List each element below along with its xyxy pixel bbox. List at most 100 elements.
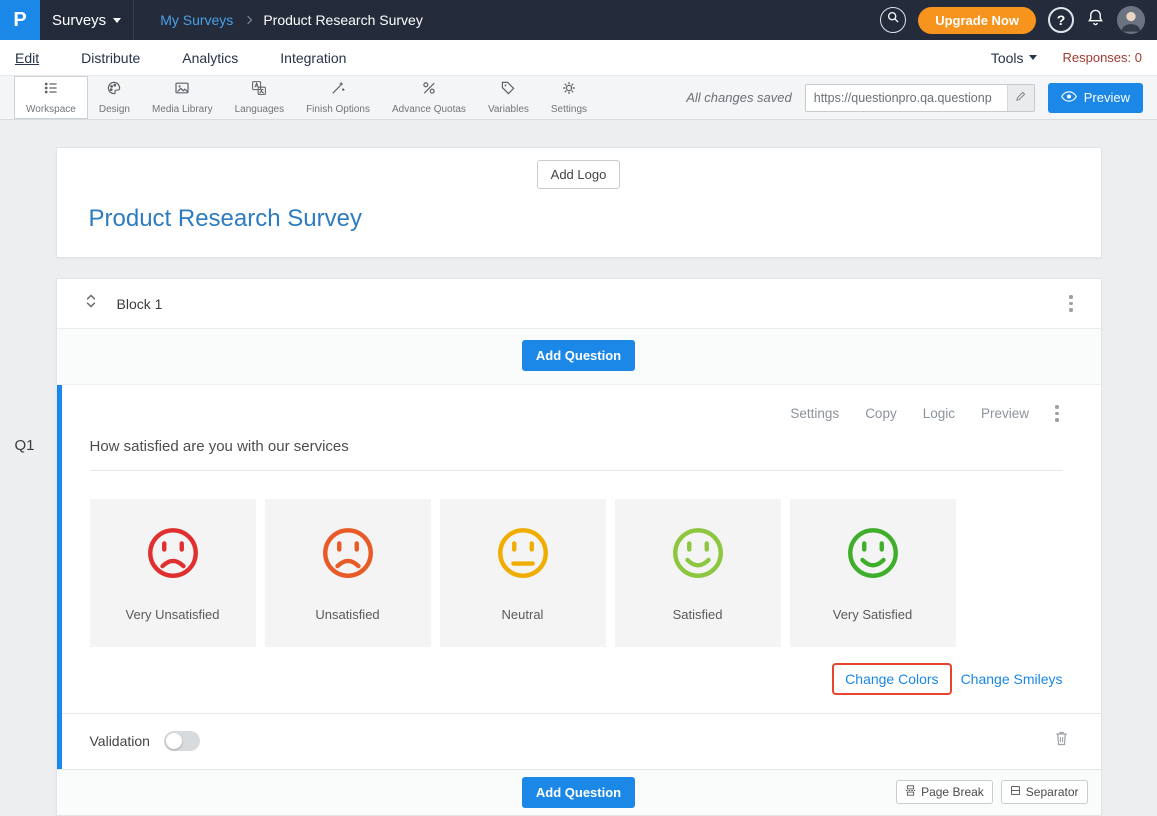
question-menu-button[interactable] — [1051, 401, 1063, 426]
subnav-right: Tools Responses: 0 — [991, 50, 1142, 66]
question-settings-link[interactable]: Settings — [790, 406, 839, 421]
separator-icon — [1010, 785, 1021, 799]
add-question-button-bottom[interactable]: Add Question — [522, 777, 635, 808]
survey-title[interactable]: Product Research Survey — [89, 205, 1101, 233]
question-preview-link[interactable]: Preview — [981, 406, 1029, 421]
question-logic-link[interactable]: Logic — [923, 406, 955, 421]
autosave-status: All changes saved — [686, 90, 792, 105]
gear-icon — [561, 80, 577, 101]
validation-label: Validation — [90, 733, 150, 749]
add-question-button-top[interactable]: Add Question — [522, 340, 635, 371]
block-card: Block 1 Add Question Q1 Settings Copy Lo… — [56, 278, 1102, 816]
tool-variables[interactable]: Variables — [477, 76, 540, 119]
tool-advance-quotas[interactable]: Advance Quotas — [381, 76, 477, 119]
smiley-links-row: Change Colors Change Smileys — [90, 663, 1063, 695]
search-button[interactable] — [880, 7, 906, 33]
survey-url-box — [805, 84, 1035, 112]
tool-label: Variables — [488, 104, 529, 115]
question-text[interactable]: How satisfied are you with our services — [90, 438, 1063, 471]
validation-toggle[interactable] — [164, 731, 200, 751]
pencil-icon — [1015, 89, 1027, 107]
option-label: Very Satisfied — [833, 607, 913, 622]
delete-question-button[interactable] — [1054, 730, 1069, 752]
add-question-strip-bottom: Add Question Page Break Separator — [57, 769, 1101, 815]
collapse-block-button[interactable] — [85, 294, 97, 313]
upgrade-now-button[interactable]: Upgrade Now — [918, 7, 1036, 34]
question-number: Q1 — [15, 437, 35, 454]
edit-url-button[interactable] — [1007, 85, 1034, 111]
option-very-unsatisfied[interactable]: Very Unsatisfied — [90, 499, 256, 647]
validation-row: Validation — [62, 713, 1101, 769]
topbar-actions: Upgrade Now ? — [880, 6, 1157, 34]
tool-label: Design — [99, 104, 130, 115]
workspace-icon — [43, 80, 59, 101]
add-logo-button[interactable]: Add Logo — [537, 160, 621, 189]
editor-toolbar: Workspace Design Media Library Languages… — [0, 76, 1157, 120]
change-smileys-link[interactable]: Change Smileys — [961, 671, 1063, 687]
add-question-strip-top: Add Question — [57, 329, 1101, 385]
translate-icon — [251, 80, 267, 101]
tab-analytics[interactable]: Analytics — [182, 50, 238, 66]
image-icon — [174, 80, 190, 101]
option-very-satisfied[interactable]: Very Satisfied — [790, 499, 956, 647]
tools-label: Tools — [991, 50, 1024, 66]
collapse-icon — [85, 294, 97, 313]
change-colors-link[interactable]: Change Colors — [832, 663, 951, 695]
tab-edit[interactable]: Edit — [15, 50, 39, 66]
module-nav: Edit Distribute Analytics Integration To… — [0, 40, 1157, 76]
tool-workspace[interactable]: Workspace — [14, 76, 88, 119]
toolbar-right: All changes saved Preview — [686, 76, 1143, 119]
survey-url-input[interactable] — [806, 85, 1007, 111]
questionpro-logo[interactable]: P — [0, 0, 40, 40]
tool-label: Advance Quotas — [392, 104, 466, 115]
bell-icon — [1086, 8, 1105, 32]
tool-settings[interactable]: Settings — [540, 76, 598, 119]
tag-icon — [500, 80, 516, 101]
smile-smiley-icon — [845, 525, 901, 586]
block-title: Block 1 — [117, 296, 163, 312]
tool-languages[interactable]: Languages — [224, 76, 296, 119]
responses-count[interactable]: Responses: 0 — [1063, 50, 1143, 65]
tool-label: Finish Options — [306, 104, 370, 115]
help-button[interactable]: ? — [1048, 7, 1074, 33]
eye-icon — [1061, 90, 1077, 105]
tab-integration[interactable]: Integration — [280, 50, 346, 66]
preview-label: Preview — [1084, 90, 1130, 105]
option-label: Unsatisfied — [315, 607, 379, 622]
brand-area: P Surveys — [0, 0, 134, 40]
frown-smiley-icon — [145, 525, 201, 586]
percent-icon — [421, 80, 437, 101]
breadcrumb: My Surveys Product Research Survey — [160, 12, 423, 28]
tab-distribute[interactable]: Distribute — [81, 50, 140, 66]
chevron-right-icon — [244, 16, 252, 24]
option-label: Very Unsatisfied — [126, 607, 220, 622]
chevron-down-icon — [113, 18, 121, 23]
frown-smiley-icon — [320, 525, 376, 586]
separator-label: Separator — [1026, 785, 1079, 799]
search-icon — [887, 11, 900, 29]
preview-button[interactable]: Preview — [1048, 83, 1143, 113]
breadcrumb-parent[interactable]: My Surveys — [160, 12, 233, 28]
option-neutral[interactable]: Neutral — [440, 499, 606, 647]
product-menu[interactable]: Surveys — [52, 12, 121, 29]
question-copy-link[interactable]: Copy — [865, 406, 897, 421]
tools-menu[interactable]: Tools — [991, 50, 1037, 66]
option-unsatisfied[interactable]: Unsatisfied — [265, 499, 431, 647]
option-satisfied[interactable]: Satisfied — [615, 499, 781, 647]
palette-icon — [106, 80, 122, 101]
breadcrumb-current: Product Research Survey — [263, 12, 423, 28]
survey-editor: Add Logo Product Research Survey Block 1… — [0, 120, 1157, 816]
smile-smiley-icon — [670, 525, 726, 586]
smiley-options: Very Unsatisfied Unsatisfied Neutral — [90, 499, 1063, 647]
avatar[interactable] — [1117, 6, 1145, 34]
tool-finish-options[interactable]: Finish Options — [295, 76, 381, 119]
tool-design[interactable]: Design — [88, 76, 141, 119]
trash-icon — [1054, 730, 1069, 752]
chevron-down-icon — [1029, 55, 1037, 60]
question-card: Q1 Settings Copy Logic Preview How satis… — [57, 385, 1101, 769]
block-menu-button[interactable] — [1065, 291, 1077, 316]
tool-media-library[interactable]: Media Library — [141, 76, 224, 119]
wand-icon — [330, 80, 346, 101]
survey-header-card: Add Logo Product Research Survey — [56, 147, 1102, 258]
notifications-button[interactable] — [1086, 8, 1105, 32]
